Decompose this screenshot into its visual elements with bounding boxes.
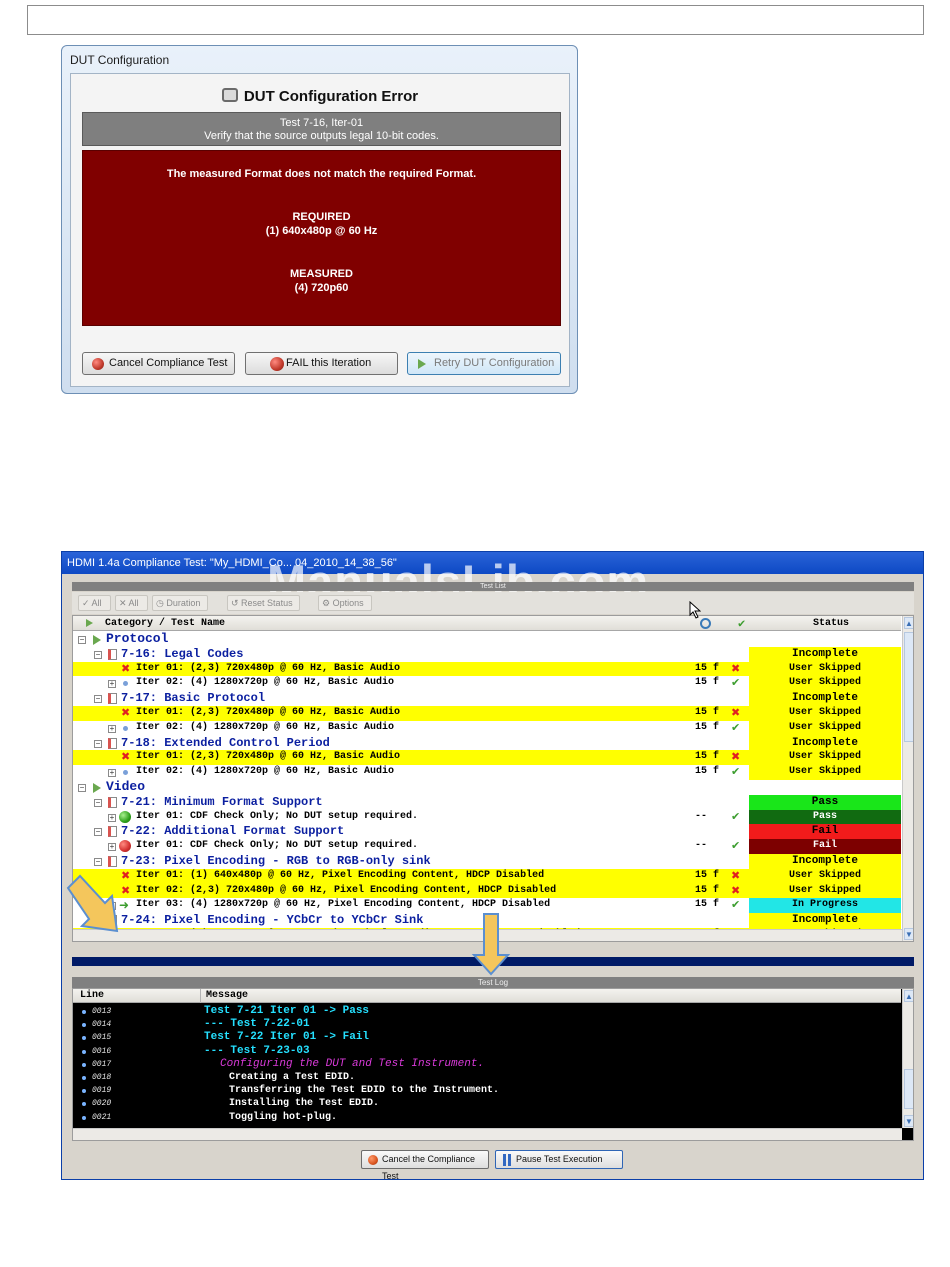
page: DUT Configuration DUT Configuration Erro… — [0, 0, 950, 1267]
mouse-cursor-icon — [689, 601, 701, 619]
callout-arrows — [66, 874, 511, 976]
callout-arrow-down — [471, 913, 511, 976]
callout-arrow-diagonal — [66, 874, 119, 933]
